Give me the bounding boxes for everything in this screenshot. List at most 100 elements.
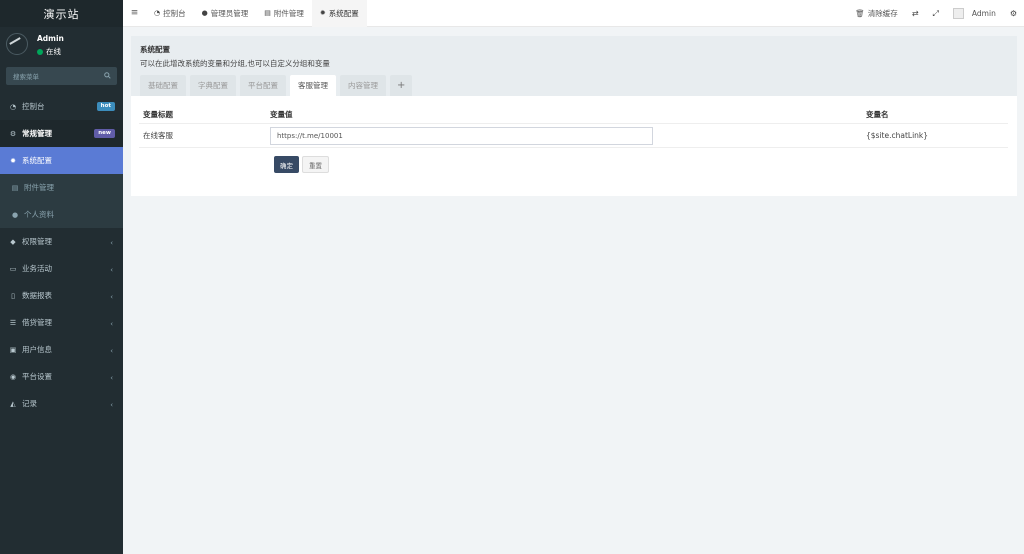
page-title: 系统配置 [140, 45, 170, 54]
tab-dashboard[interactable]: ◔ 控制台 [146, 0, 194, 27]
form-actions: 确定 重置 [274, 156, 329, 173]
chevron-left-icon: ‹ [110, 401, 113, 409]
tab-content-management[interactable]: 内容管理 [340, 75, 386, 96]
user-icon: ● [201, 9, 208, 17]
sidebar-item-label: 控制台 [22, 102, 45, 111]
table-row: 在线客服 https://t.me/10001 {$site.chatLink} [139, 124, 1008, 148]
chevron-left-icon: ‹ [110, 374, 113, 382]
cog-icon: ✹ [10, 156, 16, 165]
search-icon[interactable] [104, 71, 111, 81]
sidebar-item-records[interactable]: ◭ 记录 ‹ [0, 390, 123, 417]
menu-toggle-icon[interactable]: ≡ [123, 8, 146, 18]
sidebar-item-loans[interactable]: ☰ 借贷管理 ‹ [0, 309, 123, 336]
settings-icon[interactable]: ⚙ [1003, 9, 1024, 18]
config-panel: 系统配置 可以在此增改系统的变量和分组,也可以自定义分组和变量 基础配置 字典配… [131, 36, 1017, 196]
sidebar-item-dashboard[interactable]: ◔ 控制台 hot [0, 93, 123, 120]
topbar-right: 🗑︎ 清除缓存 ⇄ ⤢ Admin ⚙ [848, 0, 1024, 27]
sidebar-item-permissions[interactable]: ◆ 权限管理 ‹ [0, 228, 123, 255]
column-header-value: 变量值 [270, 110, 293, 119]
list-icon: ☰ [9, 318, 17, 327]
variable-name: {$site.chatLink} [866, 131, 929, 140]
business-icon: ▭ [9, 264, 17, 273]
add-tab-button[interactable]: + [390, 75, 413, 96]
new-badge: new [94, 129, 115, 138]
file-image-icon: ▤ [264, 9, 271, 17]
hot-badge: hot [96, 102, 115, 111]
sidebar-item-label: 用户信息 [22, 345, 52, 354]
column-header-title: 变量标题 [143, 110, 173, 119]
sidebar-item-users[interactable]: ▣ 用户信息 ‹ [0, 336, 123, 363]
tab-customer-service[interactable]: 客服管理 [290, 75, 336, 96]
sidebar-item-attachments[interactable]: ▤ 附件管理 [0, 174, 123, 201]
sidebar-item-label: 平台设置 [22, 372, 52, 381]
column-header-name: 变量名 [866, 110, 889, 119]
variable-value-cell: https://t.me/10001 [270, 126, 862, 145]
search-placeholder: 搜索菜单 [13, 73, 39, 81]
user-panel: Admin 在线 [0, 27, 123, 61]
sidebar-item-label: 数据报表 [22, 291, 52, 300]
area-chart-icon: ◭ [10, 399, 16, 408]
user-status-label: 在线 [46, 47, 61, 56]
user-icon: ● [11, 210, 19, 219]
group-icon: ◆ [10, 237, 16, 246]
tab-label: 控制台 [163, 8, 186, 18]
dashboard-icon: ◔ [9, 102, 17, 111]
sidebar-user-name: Admin [37, 34, 64, 43]
avatar [6, 33, 28, 55]
sidebar-item-label: 记录 [22, 399, 37, 408]
config-tabs: 基础配置 字典配置 平台配置 客服管理 内容管理 + [140, 75, 416, 96]
config-table: 变量标题 变量值 变量名 在线客服 https://t.me/10001 {$s… [139, 106, 1008, 148]
sidebar: 演示站 Admin 在线 搜索菜单 ◔ 控制台 hot ⚙ 常规管理 new ✹… [0, 0, 123, 554]
sidebar-item-platform[interactable]: ◉ 平台设置 ‹ [0, 363, 123, 390]
table-header: 变量标题 变量值 变量名 [139, 106, 1008, 124]
sidebar-item-label: 个人资料 [24, 210, 54, 219]
contact-icon: ▣ [9, 345, 17, 354]
clear-cache-button[interactable]: 🗑︎ 清除缓存 [848, 8, 905, 19]
logo[interactable]: 演示站 [0, 0, 123, 27]
fullscreen-icon[interactable]: ⤢ [926, 9, 946, 19]
sidebar-item-system-config[interactable]: ✹ 系统配置 [0, 147, 123, 174]
reset-button[interactable]: 重置 [302, 156, 329, 173]
tab-attachments[interactable]: ▤ 附件管理 [256, 0, 312, 27]
chevron-left-icon: ‹ [110, 320, 113, 328]
sidebar-item-label: 常规管理 [22, 129, 52, 138]
clear-cache-label: 清除缓存 [867, 9, 898, 18]
sidebar-nav: ◔ 控制台 hot ⚙ 常规管理 new ✹ 系统配置 ▤ 附件管理 ● 个人资… [0, 93, 123, 417]
sidebar-item-reports[interactable]: ▯ 数据报表 ‹ [0, 282, 123, 309]
chevron-left-icon: ‹ [110, 347, 113, 355]
sidebar-item-profile[interactable]: ● 个人资料 [0, 201, 123, 228]
file-image-icon: ▤ [11, 183, 19, 192]
variable-title: 在线客服 [143, 131, 173, 140]
tab-label: 管理员管理 [210, 8, 249, 18]
language-icon[interactable]: ⇄ [905, 9, 926, 18]
sidebar-item-business[interactable]: ▭ 业务活动 ‹ [0, 255, 123, 282]
user-status: 在线 [37, 46, 61, 57]
sidebar-search-input[interactable]: 搜索菜单 [6, 67, 117, 85]
tab-admin-management[interactable]: ● 管理员管理 [194, 0, 257, 27]
sidebar-item-label: 权限管理 [22, 237, 52, 246]
sidebar-item-label: 附件管理 [24, 183, 54, 192]
trash-icon: 🗑︎ [855, 9, 865, 18]
cogs-icon: ⚙ [9, 129, 17, 138]
tab-label: 附件管理 [273, 8, 304, 18]
topbar-user-name: Admin [971, 9, 996, 18]
tab-basic-config[interactable]: 基础配置 [140, 75, 186, 96]
topbar: ≡ ◔ 控制台 ● 管理员管理 ▤ 附件管理 ✹ 系统配置 🗑︎ 清除缓存 ⇄ … [123, 0, 1024, 27]
sidebar-item-label: 借贷管理 [22, 318, 52, 327]
chevron-left-icon: ‹ [110, 239, 113, 247]
sidebar-item-label: 业务活动 [22, 264, 52, 273]
cog-icon: ✹ [319, 9, 326, 17]
chevron-left-icon: ‹ [110, 266, 113, 274]
chat-link-input[interactable]: https://t.me/10001 [270, 126, 653, 145]
tab-label: 系统配置 [328, 8, 359, 18]
avatar [952, 8, 964, 19]
online-dot-icon [37, 48, 43, 55]
tab-system-config[interactable]: ✹ 系统配置 [311, 0, 367, 27]
globe-icon: ◉ [9, 372, 17, 381]
sidebar-item-general[interactable]: ⚙ 常规管理 new [0, 120, 123, 147]
submit-button[interactable]: 确定 [274, 156, 299, 173]
dashboard-icon: ◔ [154, 9, 161, 17]
tab-platform-config[interactable]: 平台配置 [240, 75, 286, 96]
tab-dictionary-config[interactable]: 字典配置 [190, 75, 236, 96]
user-menu[interactable]: Admin [946, 8, 1003, 19]
